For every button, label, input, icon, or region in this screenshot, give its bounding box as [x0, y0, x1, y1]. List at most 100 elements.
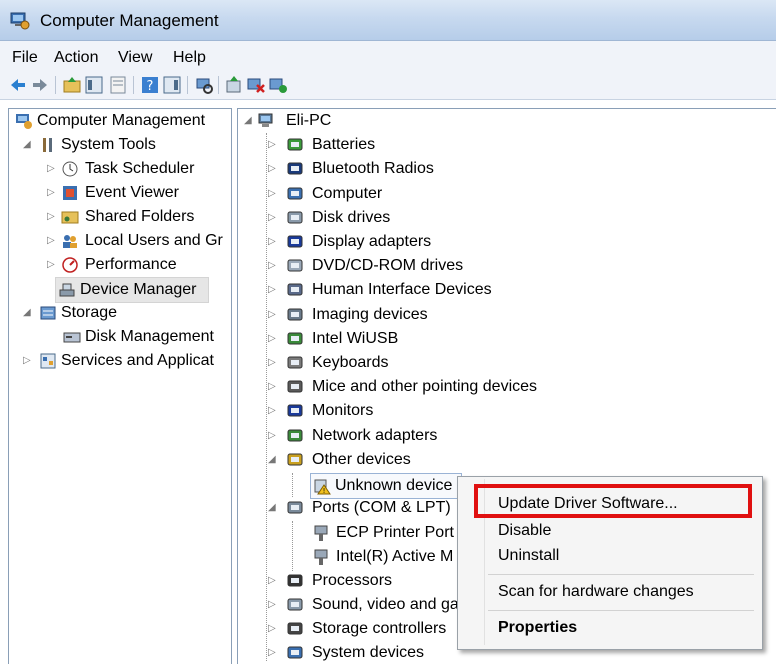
- device-category-dvd-cd-rom-drives[interactable]: ▷ DVD/CD-ROM drives: [240, 254, 570, 278]
- show-hide-action-pane-icon[interactable]: [162, 75, 182, 95]
- collapsed-arrow-icon[interactable]: ▷: [268, 212, 278, 223]
- collapsed-arrow-icon[interactable]: ▷: [47, 260, 57, 270]
- monitor-icon: [287, 404, 303, 417]
- users-icon: [63, 235, 77, 248]
- device-intel-active-management[interactable]: Intel(R) Active M: [292, 545, 472, 569]
- storage-icon: [40, 306, 56, 320]
- tree-label: System devices: [312, 644, 425, 662]
- tree-item-event-viewer[interactable]: ▷ Event Viewer: [13, 181, 231, 205]
- collapsed-arrow-icon[interactable]: ▷: [268, 285, 278, 295]
- tree-item-system-tools[interactable]: ◢ System Tools: [13, 133, 231, 157]
- computer-management-icon: [10, 12, 30, 30]
- expanded-arrow-icon[interactable]: ◢: [23, 140, 33, 150]
- tree-label: Batteries: [312, 136, 376, 154]
- update-driver-icon[interactable]: [224, 75, 244, 95]
- device-category-mice[interactable]: ▷ Mice and other pointing devices: [240, 375, 570, 399]
- tree-label: Network adapters: [312, 426, 438, 444]
- help-icon[interactable]: ?: [140, 75, 160, 95]
- tree-label: Human Interface Devices: [312, 281, 492, 299]
- collapsed-arrow-icon[interactable]: ▷: [268, 648, 278, 658]
- collapsed-arrow-icon[interactable]: ▷: [268, 600, 278, 610]
- collapsed-arrow-icon[interactable]: ▷: [268, 358, 278, 368]
- tree-item-performance[interactable]: ▷ Performance: [13, 253, 231, 277]
- collapsed-arrow-icon[interactable]: ▷: [47, 164, 57, 174]
- tree-label: Imaging devices: [312, 305, 428, 323]
- collapsed-arrow-icon[interactable]: ▷: [268, 406, 278, 416]
- collapsed-arrow-icon[interactable]: ▷: [268, 261, 278, 271]
- tree-item-disk-management[interactable]: Disk Management: [13, 325, 231, 349]
- tree-label: Eli-PC: [286, 112, 332, 129]
- collapsed-arrow-icon[interactable]: ▷: [268, 382, 278, 392]
- expanded-arrow-icon[interactable]: ◢: [268, 454, 278, 465]
- tree-label: Intel(R) Active M: [336, 548, 454, 565]
- collapsed-arrow-icon[interactable]: ▷: [268, 430, 278, 441]
- collapsed-arrow-icon[interactable]: ▷: [23, 356, 33, 366]
- collapsed-arrow-icon[interactable]: ▷: [268, 309, 278, 320]
- tree-item-device-manager[interactable]: Device Manager: [55, 277, 209, 303]
- collapsed-arrow-icon[interactable]: ▷: [47, 236, 57, 246]
- tree-item-shared-folders[interactable]: ▷ Shared Folders: [13, 205, 231, 229]
- menu-item-properties[interactable]: Properties: [498, 619, 577, 637]
- forward-arrow-icon[interactable]: [30, 75, 50, 95]
- collapsed-arrow-icon[interactable]: ▷: [268, 333, 278, 344]
- device-category-imaging-devices[interactable]: ▷ Imaging devices: [240, 303, 570, 327]
- keyboard-icon: [287, 356, 303, 369]
- tree-item-task-scheduler[interactable]: ▷ Task Scheduler: [13, 157, 231, 181]
- menu-item-scan-hardware[interactable]: Scan for hardware changes: [498, 583, 694, 601]
- menu-view[interactable]: View: [116, 49, 154, 67]
- expanded-arrow-icon[interactable]: ◢: [23, 308, 33, 318]
- collapsed-arrow-icon[interactable]: ▷: [268, 237, 278, 247]
- tree-item-services-and-applications[interactable]: ▷ Services and Applicat: [13, 349, 231, 373]
- collapsed-arrow-icon[interactable]: ▷: [268, 188, 278, 199]
- device-category-disk-drives[interactable]: ▷ Disk drives: [240, 206, 570, 230]
- device-ecp-printer-port[interactable]: ECP Printer Port: [292, 521, 472, 545]
- device-category-monitors[interactable]: ▷ Monitors: [240, 399, 570, 423]
- enable-device-icon[interactable]: [268, 75, 288, 95]
- device-category-keyboards[interactable]: ▷ Keyboards: [240, 351, 570, 375]
- tree-item-local-users[interactable]: ▷ Local Users and Gr: [13, 229, 231, 253]
- device-category-network-adapters[interactable]: ▷ Network adapters: [240, 424, 570, 448]
- collapsed-arrow-icon[interactable]: ▷: [268, 164, 278, 174]
- disk-drive-icon: [287, 211, 303, 224]
- device-category-human-interface-devices[interactable]: ▷ Human Interface Devices: [240, 278, 570, 302]
- collapsed-arrow-icon[interactable]: ▷: [47, 188, 57, 198]
- scan-hardware-icon[interactable]: [194, 75, 214, 95]
- tree-item-computer-management[interactable]: Computer Management: [13, 109, 231, 133]
- display-adapter-icon: [287, 235, 303, 248]
- speaker-icon: [287, 598, 303, 611]
- menu-bar: File Action View Help: [0, 41, 776, 71]
- device-category-bluetooth-radios[interactable]: ▷ Bluetooth Radios: [240, 157, 570, 181]
- device-category-intel-wiusb[interactable]: ▷ Intel WiUSB: [240, 327, 570, 351]
- menu-item-uninstall[interactable]: Uninstall: [498, 547, 559, 565]
- tree-label: Intel WiUSB: [312, 329, 399, 347]
- tree-label: DVD/CD-ROM drives: [312, 257, 464, 275]
- menu-action[interactable]: Action: [52, 49, 100, 67]
- device-tree-root[interactable]: ◢ Eli-PC: [240, 109, 440, 133]
- properties-icon[interactable]: [108, 75, 128, 95]
- device-category-display-adapters[interactable]: ▷ Display adapters: [240, 230, 570, 254]
- collapsed-arrow-icon[interactable]: ▷: [268, 140, 278, 150]
- menu-help[interactable]: Help: [171, 49, 208, 67]
- device-category-batteries[interactable]: ▷ Batteries: [240, 133, 570, 157]
- show-hide-tree-icon[interactable]: [84, 75, 104, 95]
- uninstall-device-icon[interactable]: [246, 75, 266, 95]
- collapsed-arrow-icon[interactable]: ▷: [47, 212, 57, 222]
- up-folder-icon[interactable]: [62, 75, 82, 95]
- title-bar: Computer Management: [0, 0, 776, 41]
- toolbar-separator: [55, 76, 56, 94]
- device-category-other-devices[interactable]: ◢ Other devices: [240, 448, 570, 472]
- expanded-arrow-icon[interactable]: ◢: [268, 503, 278, 513]
- network-icon: [287, 332, 303, 345]
- collapsed-arrow-icon[interactable]: ▷: [268, 624, 278, 634]
- shared-folder-icon: [61, 211, 79, 224]
- disk-icon: [63, 332, 81, 343]
- back-arrow-icon[interactable]: [8, 75, 28, 95]
- menu-file[interactable]: File: [10, 49, 40, 67]
- tree-item-storage[interactable]: ◢ Storage: [13, 301, 231, 325]
- device-category-computer[interactable]: ▷ Computer: [240, 182, 570, 206]
- menu-item-disable[interactable]: Disable: [498, 522, 551, 540]
- expanded-arrow-icon[interactable]: ◢: [244, 116, 254, 126]
- collapsed-arrow-icon[interactable]: ▷: [268, 575, 278, 586]
- device-unknown[interactable]: ! Unknown device: [310, 473, 462, 499]
- tree-label: Ports (COM & LPT): [312, 499, 451, 517]
